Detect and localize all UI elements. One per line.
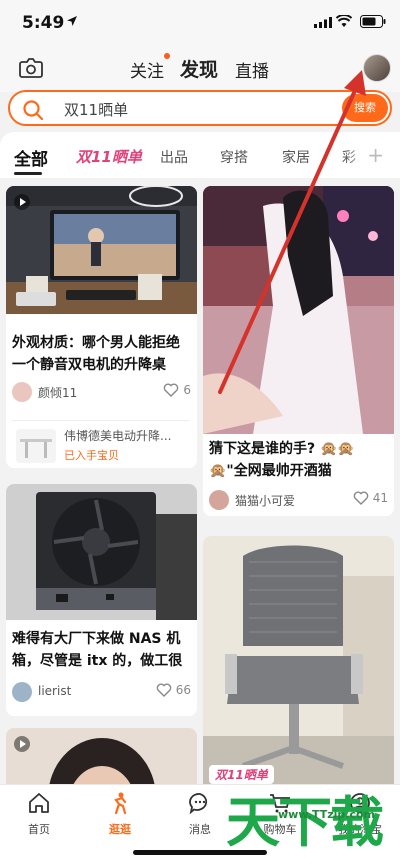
tab-discover[interactable]: 发现 — [180, 55, 218, 82]
author-name[interactable]: 猫猫小可爱 — [235, 492, 295, 509]
feed-card[interactable]: 双11晒单 — [203, 536, 394, 784]
like-count[interactable]: 66 — [156, 682, 191, 698]
watermark-url: www.TTzip.com — [278, 808, 375, 821]
card-image — [6, 728, 197, 784]
card-author: 颜倾11 6 — [12, 382, 191, 402]
location-arrow-icon — [67, 16, 77, 26]
search-bar[interactable]: 双11晒单 搜索 — [8, 90, 392, 126]
card-image — [203, 536, 394, 784]
heart-icon — [353, 491, 369, 505]
watermark: 天下载 www.TTzip.com — [226, 778, 400, 854]
camera-icon[interactable] — [18, 56, 44, 80]
video-icon — [14, 194, 30, 210]
card-title: 猜下这是谁的手? 🙊🙊🙊"全网最帅开酒猫 — [209, 441, 355, 479]
like-count[interactable]: 6 — [163, 382, 191, 398]
signal-icon — [314, 17, 332, 28]
content-feed[interactable]: 外观材质：哪个男人能拒绝一个静音双电机的升降桌 颜倾11 6 伟博德美电动升降.… — [0, 178, 400, 784]
product-link[interactable]: 伟博德美电动升降... 已入手宝贝 — [12, 420, 190, 468]
category-products[interactable]: 出品 — [160, 147, 188, 167]
category-all[interactable]: 全部 — [14, 145, 48, 170]
heart-icon — [156, 683, 172, 697]
search-icon — [23, 100, 44, 121]
product-thumbnail — [16, 429, 56, 463]
add-category-icon[interactable]: + — [367, 143, 384, 167]
like-count[interactable]: 41 — [353, 490, 388, 506]
category-outfits[interactable]: 穿搭 — [220, 147, 248, 167]
status-time: 5:49 — [22, 13, 65, 33]
avatar[interactable] — [12, 682, 32, 702]
avatar[interactable] — [209, 490, 229, 510]
card-image — [6, 484, 197, 620]
top-nav-bar: 关注 发现 直播 — [0, 44, 400, 92]
active-underline — [14, 172, 42, 175]
card-image — [6, 186, 197, 314]
home-icon — [29, 793, 49, 813]
card-author: lierist 66 — [12, 682, 191, 702]
card-title: 难得有大厂下来做 NAS 机箱，尽管是 itx 的，做工很 — [12, 631, 183, 669]
card-author: 猫猫小可爱 41 — [209, 490, 388, 510]
product-status: 已入手宝贝 — [64, 449, 119, 462]
stroll-icon — [114, 792, 127, 815]
author-name[interactable]: 颜倾11 — [38, 384, 77, 401]
category-tabs: 全部 双11晒单 出品 穿搭 家居 彩 + — [0, 132, 400, 178]
status-bar: 5:49 — [0, 0, 400, 44]
category-home[interactable]: 家居 — [282, 147, 310, 167]
video-icon — [14, 736, 30, 752]
feed-card[interactable] — [6, 728, 197, 784]
search-input[interactable]: 双11晒单 — [64, 99, 128, 120]
feed-card[interactable]: 外观材质：哪个男人能拒绝一个静音双电机的升降桌 颜倾11 6 伟博德美电动升降.… — [6, 186, 197, 468]
product-name: 伟博德美电动升降... — [64, 429, 172, 443]
tab-messages[interactable]: 消息 — [170, 791, 230, 837]
avatar[interactable] — [12, 382, 32, 402]
wifi-icon — [336, 15, 352, 27]
card-image — [203, 186, 394, 434]
tab-stroll[interactable]: 逛逛 — [90, 791, 150, 837]
feed-card[interactable]: 难得有大厂下来做 NAS 机箱，尽管是 itx 的，做工很 lierist 66 — [6, 484, 197, 716]
unread-dot — [164, 53, 170, 59]
tab-home[interactable]: 首页 — [9, 791, 69, 837]
battery-icon — [360, 15, 386, 28]
avatar[interactable] — [363, 54, 391, 82]
heart-icon — [164, 383, 179, 397]
search-button[interactable]: 搜索 — [342, 94, 388, 122]
author-name[interactable]: lierist — [38, 684, 71, 698]
message-icon — [189, 793, 208, 815]
tab-live[interactable]: 直播 — [235, 57, 269, 82]
tab-follow[interactable]: 关注 — [130, 57, 164, 82]
feed-card[interactable]: 猜下这是谁的手? 🙊🙊🙊"全网最帅开酒猫 猫猫小可爱 41 — [203, 186, 394, 516]
category-double11[interactable]: 双11晒单 — [76, 146, 142, 167]
card-title: 外观材质：哪个男人能拒绝一个静音双电机的升降桌 — [12, 335, 180, 373]
